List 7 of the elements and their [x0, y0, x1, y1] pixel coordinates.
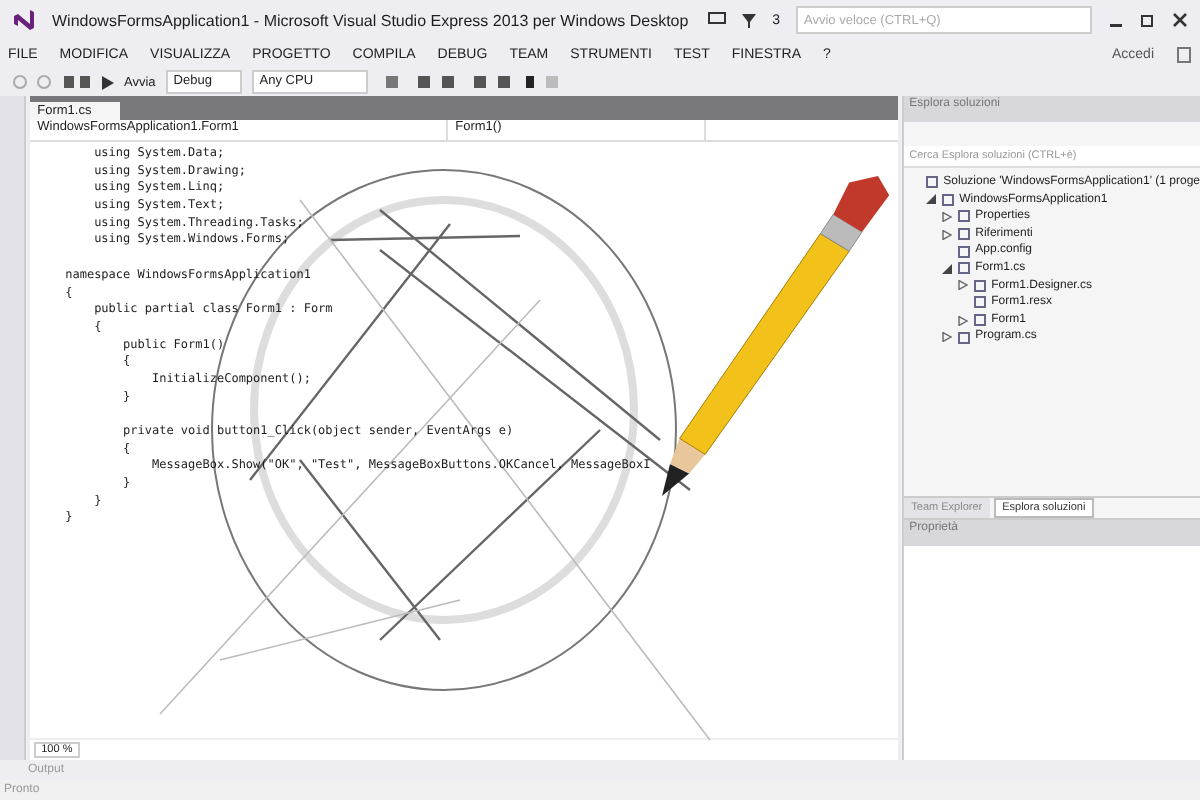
- window-title: WindowsFormsApplication1 - Microsoft Visual Studio Express 2013 per Windows Desktop: [52, 11, 691, 29]
- close-icon[interactable]: [1172, 12, 1188, 28]
- navigation-icons-drawing[interactable]: [12, 74, 92, 90]
- play-icon[interactable]: [102, 75, 114, 89]
- visual-studio-logo-icon: [12, 8, 36, 32]
- restore-icon[interactable]: [1140, 12, 1156, 28]
- filter-icon[interactable]: [742, 13, 757, 27]
